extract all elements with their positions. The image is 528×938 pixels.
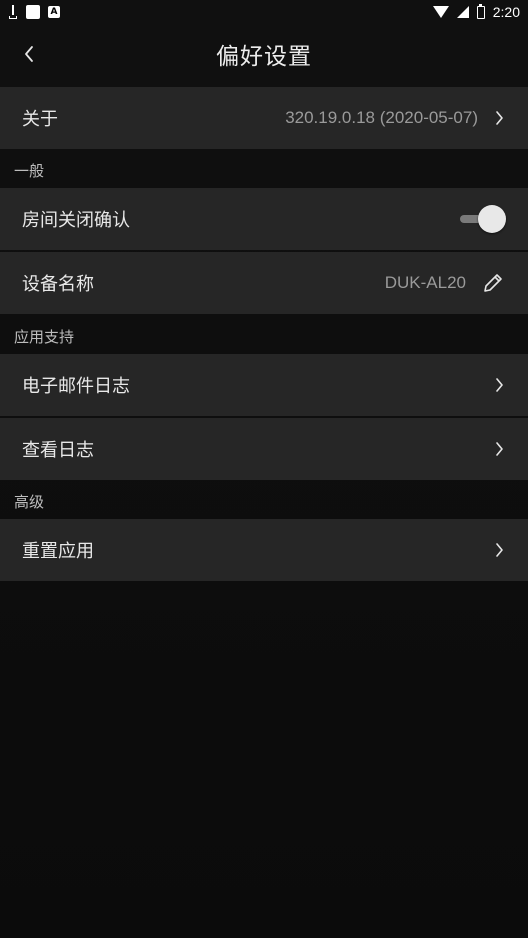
device-name-value: DUK-AL20: [384, 273, 466, 292]
status-left-icons: A: [8, 5, 60, 19]
signal-icon: [456, 6, 469, 18]
status-bar: A 2:20: [0, 0, 528, 24]
page-title: 偏好设置: [216, 44, 312, 70]
status-right-icons: 2:20: [432, 3, 520, 20]
reset-app-row[interactable]: 重置应用: [0, 519, 528, 581]
device-name-label: 设备名称: [22, 274, 94, 295]
chevron-right-icon: [492, 375, 506, 395]
chevron-right-icon: [492, 540, 506, 560]
email-log-label: 电子邮件日志: [22, 376, 130, 397]
room-close-confirm-row: 房间关闭确认: [0, 188, 528, 250]
app-version-value: 320.19.0.18 (2020-05-07): [285, 108, 478, 127]
room-close-confirm-toggle[interactable]: [460, 204, 506, 234]
reset-app-label: 重置应用: [22, 541, 94, 562]
app-notification-icon: A: [48, 6, 60, 18]
room-close-confirm-label: 房间关闭确认: [22, 210, 130, 231]
section-title-advanced: 高级: [14, 493, 45, 511]
header: 偏好设置: [0, 24, 528, 84]
battery-icon: [476, 3, 485, 19]
view-log-label: 查看日志: [22, 440, 94, 461]
section-title-app-support: 应用支持: [14, 328, 75, 346]
chevron-right-icon: [492, 108, 506, 128]
usb-icon: [8, 5, 18, 19]
toggle-knob: [478, 205, 506, 233]
section-title-general: 一般: [14, 162, 45, 180]
wifi-icon: [432, 6, 449, 18]
view-log-row[interactable]: 查看日志: [0, 418, 528, 480]
status-time: 2:20: [492, 4, 520, 20]
about-label: 关于: [22, 109, 58, 130]
email-log-row[interactable]: 电子邮件日志: [0, 354, 528, 416]
chevron-left-icon: [25, 46, 33, 62]
preferences-screen: A 2:20 偏好设置 关于 320.19.0.18 (2020-05-07) …: [0, 0, 528, 938]
back-button[interactable]: [14, 34, 44, 74]
edit-device-name-button[interactable]: [480, 270, 506, 296]
device-name-row: 设备名称 DUK-AL20: [0, 252, 528, 314]
notification-square-icon: [26, 5, 40, 19]
chevron-right-icon: [492, 439, 506, 459]
pencil-icon: [484, 274, 502, 292]
about-row[interactable]: 关于 320.19.0.18 (2020-05-07): [0, 87, 528, 149]
